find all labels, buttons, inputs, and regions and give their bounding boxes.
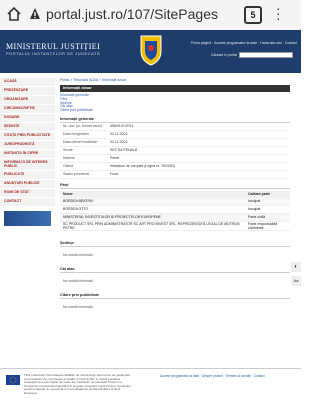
sidebar-banner[interactable] xyxy=(4,211,51,226)
party-name: BORDEA OTTO xyxy=(63,207,89,212)
search-label: Căutare în portal xyxy=(210,53,237,57)
party-role: Parte civilă xyxy=(248,215,266,220)
col-name: Nume xyxy=(63,192,73,197)
search-input[interactable] xyxy=(239,52,293,58)
info-value: 02.12.2021 xyxy=(110,132,128,137)
info-row: Materie Penal xyxy=(60,155,290,163)
parties-table-header: Nume Calitate parte xyxy=(60,190,290,198)
overflow-menu-icon[interactable]: · · · xyxy=(276,1,282,25)
citare-empty-note: Nu există informații. xyxy=(63,304,94,309)
info-value: 02.12.2021 xyxy=(110,140,128,145)
sedinte-heading: Ședințe xyxy=(60,241,290,247)
info-key: Data ultimei modificări xyxy=(63,140,98,145)
info-key: Nr. unic (nr. format vechi) : xyxy=(63,124,105,129)
tabs-count-button[interactable]: 5 xyxy=(244,6,262,24)
info-value: infracțiuni de corupție (Legea nr. 78/20… xyxy=(110,164,175,169)
sedinte-empty-note: Nu există informații. xyxy=(63,252,94,257)
info-value: SECȚIA PENALĂ xyxy=(110,148,138,153)
sidebar-item-contact[interactable]: CONTACT xyxy=(0,198,55,207)
footer-links[interactable]: Accese programator la date · Despre proi… xyxy=(160,374,265,378)
site-footer: Titlul proiectului: Dezvoltarea utilităț… xyxy=(0,368,301,420)
info-row: Secție SECȚIA PENALĂ xyxy=(60,147,290,155)
text-size-icon[interactable]: Aa xyxy=(291,276,301,286)
sidebar-item-prezentare[interactable]: PREZENTARE xyxy=(0,87,55,96)
table-row: MINISTERUL INVESTIȚIILOR ȘI PROIECTELOR … xyxy=(60,213,290,222)
sidebar-item-dosare[interactable]: DOSARE xyxy=(0,114,55,123)
party-role: Inculpat xyxy=(248,207,261,212)
sidebar-item-anunturi-publice[interactable]: ANUNȚURI PUBLICE xyxy=(0,180,55,189)
footer-project-text: Titlul proiectului: Dezvoltarea utilităț… xyxy=(24,373,131,395)
lock-icon xyxy=(30,8,40,19)
party-name: SC PRODUCT SRL PRIN ADMINISTRATOR SC ART… xyxy=(63,221,240,230)
contrast-toggle-icon[interactable]: ◐ xyxy=(291,262,301,272)
info-row: Data înregistrării 02.12.2021 xyxy=(60,131,290,139)
anchor-links: Informații generale Părți Ședințe Căi at… xyxy=(60,93,290,113)
site-header: MINISTERUL JUSTIȚIEI PORTALUL INSTANȚELO… xyxy=(0,30,301,73)
header-links[interactable]: Prima pagină · Accese programator la dat… xyxy=(191,41,297,45)
sidebar-item-romi-de-stat[interactable]: ROMI DE STAT xyxy=(0,189,55,198)
table-row: BORDEA OTTO Inculpat xyxy=(60,206,290,214)
table-row: BORDEA BEATRIX Inculpat xyxy=(60,197,290,206)
citare-heading: Citare prin publicitate xyxy=(60,293,290,299)
info-key: Data înregistrării xyxy=(63,132,89,137)
main-content: Portal > Tribunalul ALBA > Informații do… xyxy=(60,78,290,309)
party-role: Inculpat xyxy=(248,199,261,204)
browser-bar: portal.just.ro/107/SitePages 5 · · · xyxy=(0,0,301,31)
info-key: Secție xyxy=(63,148,73,153)
home-icon[interactable] xyxy=(6,6,22,22)
cai-atac-empty-note: Nu există informații. xyxy=(63,278,94,283)
site-title: MINISTERUL JUSTIȚIEI xyxy=(6,42,101,51)
sidebar-item-sedinte[interactable]: ȘEDINȚE xyxy=(0,123,55,132)
sidebar-item-acasa[interactable]: ACASĂ xyxy=(0,78,55,87)
eu-flag-icon xyxy=(6,375,20,385)
sidebar-item-informatii-interes-public[interactable]: INFORMAȚII DE INTERES PUBLIC xyxy=(0,159,55,171)
sidebar: ACASĂ PREZENTARE ORGANIZARE CIRCUMSCRIPȚ… xyxy=(0,78,55,226)
page-title: Informații dosar xyxy=(60,85,290,92)
info-key: Obiect xyxy=(63,164,74,169)
breadcrumb[interactable]: Portal > Tribunalul ALBA > Informații do… xyxy=(60,78,290,82)
info-value: 4560/107/2021 xyxy=(110,124,134,129)
col-role: Calitate parte xyxy=(248,192,271,197)
cai-atac-heading: Căi atac xyxy=(60,267,290,273)
link-citare[interactable]: Citare prin publicitate xyxy=(60,108,290,113)
site-subtitle: PORTALUL INSTANȚELOR DE JUDECATĂ xyxy=(6,51,101,56)
info-row: Stadiu procesual Fond xyxy=(60,171,290,179)
info-key: Stadiu procesual xyxy=(63,172,90,177)
address-bar[interactable]: portal.just.ro/107/SitePages xyxy=(46,6,218,22)
info-key: Materie xyxy=(63,156,75,161)
party-name: BORDEA BEATRIX xyxy=(63,199,94,204)
party-role: Parte responsabilă civilmente xyxy=(248,221,278,230)
table-row: SC PRODUCT SRL PRIN ADMINISTRATOR SC ART… xyxy=(60,222,290,231)
coat-of-arms-icon xyxy=(140,35,162,66)
sidebar-item-organizare[interactable]: ORGANIZARE xyxy=(0,96,55,105)
party-name: MINISTERUL INVESTIȚIILOR ȘI PROIECTELOR … xyxy=(63,215,161,220)
sidebar-item-instanta-in-cifre[interactable]: INSTANȚA ÎN CIFRE xyxy=(0,150,55,159)
sidebar-item-jurisprudenta[interactable]: JURISPRUDENȚĂ xyxy=(0,141,55,150)
parties-heading: Părți xyxy=(60,183,290,189)
info-row: Obiect infracțiuni de corupție (Legea nr.… xyxy=(60,163,290,171)
info-value: Fond xyxy=(110,172,118,177)
info-value: Penal xyxy=(110,156,119,161)
sidebar-item-circumscriptie[interactable]: CIRCUMSCRIPȚIE xyxy=(0,105,55,114)
sidebar-item-publicatii[interactable]: PUBLICAȚII xyxy=(0,171,55,180)
sidebar-item-citatii[interactable]: CITAȚII PRIN PUBLICITATE xyxy=(0,132,55,141)
info-row: Nr. unic (nr. format vechi) : 4560/107/20… xyxy=(60,123,290,131)
info-row: Data ultimei modificări 02.12.2021 xyxy=(60,139,290,147)
